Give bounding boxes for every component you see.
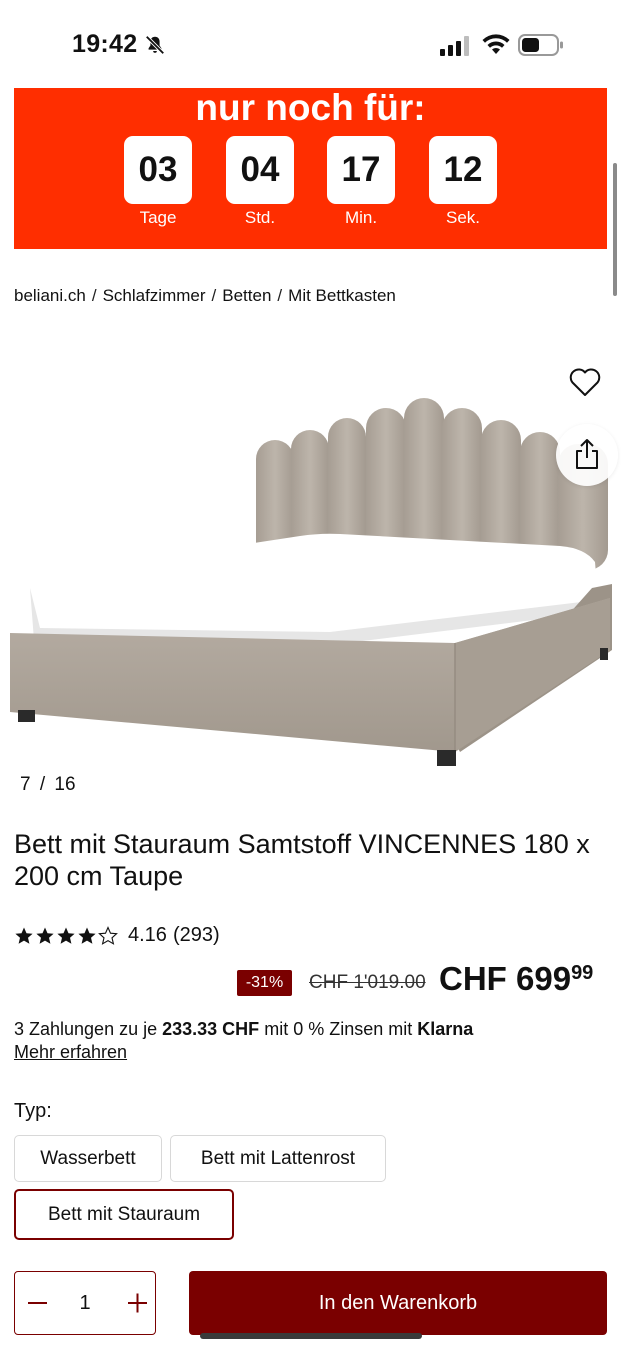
- klarna-prefix: 3 Zahlungen zu je: [14, 1019, 158, 1039]
- current-price: CHF 69999: [439, 960, 593, 998]
- countdown-label: Sek.: [445, 208, 481, 227]
- share-button[interactable]: [556, 424, 618, 486]
- image-counter-current: 7: [20, 774, 31, 795]
- image-counter: 7 / 16: [20, 774, 76, 796]
- countdown-value: 04: [226, 136, 294, 204]
- rating-count: (293): [172, 924, 220, 946]
- share-icon: [576, 439, 598, 469]
- price-cents: 99: [571, 962, 594, 984]
- product-image[interactable]: [0, 330, 621, 770]
- breadcrumb-separator: /: [277, 286, 283, 305]
- countdown-minutes: 17 Min.: [327, 136, 395, 228]
- countdown-value: 12: [429, 136, 497, 204]
- banner-title: nur noch für:: [195, 87, 426, 128]
- quantity-value[interactable]: 1: [65, 1292, 105, 1315]
- rating-stars: [14, 925, 118, 946]
- price-main: CHF 699: [439, 960, 572, 997]
- plus-icon[interactable]: [123, 1282, 155, 1324]
- home-indicator[interactable]: [200, 1333, 422, 1339]
- countdown-label: Tage: [139, 208, 177, 227]
- product-title: Bett mit Stauraum Samtstoff VINCENNES 18…: [14, 829, 590, 891]
- discount-badge: -31%: [237, 970, 292, 996]
- clock: 19:42: [72, 30, 138, 58]
- klarna-logo: Klarna: [417, 1019, 474, 1039]
- type-label: Typ:: [14, 1100, 52, 1122]
- status-bar: 19:42: [0, 0, 621, 88]
- type-option-stauraum[interactable]: Bett mit Stauraum: [14, 1189, 234, 1240]
- bell-muted-icon: [145, 35, 165, 55]
- breadcrumb-item-bedroom[interactable]: Schlafzimmer: [103, 286, 206, 305]
- star-filled-icon: [78, 927, 96, 944]
- star-filled-icon: [36, 927, 54, 944]
- breadcrumb-separator: /: [91, 286, 97, 305]
- breadcrumb-separator: /: [211, 286, 217, 305]
- add-to-cart-button[interactable]: In den Warenkorb: [189, 1271, 607, 1335]
- minus-icon[interactable]: [21, 1282, 53, 1324]
- countdown-value: 17: [327, 136, 395, 204]
- countdown-label: Min.: [344, 208, 378, 227]
- product-rating[interactable]: 4.16 (293): [14, 924, 220, 947]
- scrollbar[interactable]: [613, 163, 617, 296]
- countdown-days: 03 Tage: [124, 136, 192, 228]
- type-option-lattenrost[interactable]: Bett mit Lattenrost: [170, 1135, 386, 1182]
- breadcrumb-item-home[interactable]: beliani.ch: [14, 286, 86, 305]
- breadcrumb-item-storage[interactable]: Mit Bettkasten: [288, 286, 396, 305]
- countdown-hours: 04 Std.: [226, 136, 294, 228]
- rating-value: 4.16: [128, 924, 167, 946]
- image-counter-separator: /: [39, 774, 46, 795]
- wishlist-heart-icon[interactable]: [568, 366, 602, 398]
- star-empty-icon: [98, 925, 118, 945]
- cellular-signal-icon: [440, 36, 469, 56]
- countdown-banner: nur noch für: 03 Tage 04 Std. 17 Min. 12…: [14, 88, 607, 249]
- battery-icon: [518, 34, 563, 56]
- image-counter-total: 16: [54, 774, 76, 795]
- breadcrumb-item-beds[interactable]: Betten: [222, 286, 271, 305]
- klarna-middle: mit 0 % Zinsen mit: [264, 1019, 413, 1039]
- type-option-wasserbett[interactable]: Wasserbett: [14, 1135, 162, 1182]
- klarna-amount: 233.33 CHF: [162, 1019, 260, 1039]
- countdown-seconds: 12 Sek.: [429, 136, 497, 228]
- wifi-icon: [482, 34, 510, 54]
- countdown-label: Std.: [244, 208, 276, 227]
- countdown-value: 03: [124, 136, 192, 204]
- star-filled-icon: [15, 927, 33, 944]
- klarna-more-link[interactable]: Mehr erfahren: [14, 1042, 127, 1063]
- klarna-info: 3 Zahlungen zu je 233.33 CHF mit 0 % Zin…: [14, 1019, 473, 1040]
- quantity-stepper: 1: [14, 1271, 156, 1335]
- star-filled-icon: [57, 927, 75, 944]
- old-price: CHF 1'019.00: [309, 972, 426, 993]
- breadcrumb: beliani.ch / Schlafzimmer / Betten / Mit Bettk…: [14, 286, 396, 306]
